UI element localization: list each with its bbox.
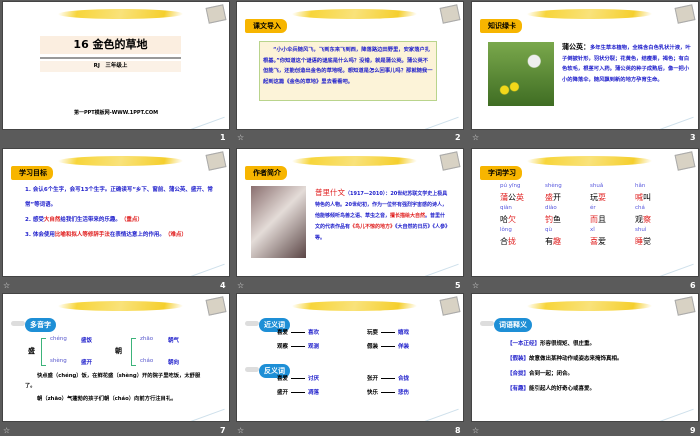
- word-item: shuǎ 玩耍: [590, 183, 606, 202]
- antonym-pair: 盛开 凋落: [277, 390, 320, 396]
- slide-title: 16 金色的草地: [40, 36, 181, 54]
- slide-thumbnail-4[interactable]: 学习目标 1. 会认6个生字，会写13个生字。正确读写“乡下、窗前、蒲公英、盛开…: [3, 149, 229, 276]
- slide-number: 7: [220, 426, 226, 435]
- section-tag: 字词学习: [480, 166, 522, 180]
- author-photo: [251, 186, 306, 258]
- slide-thumbnail-7[interactable]: 多音字 盛 chéng 盛饭 shèng 盛开 朝 zhāo 朝气 cháo 朝…: [3, 294, 229, 421]
- section-tag: 学习目标: [11, 166, 53, 180]
- goal-3: 3. 体会使用比喻和拟人等修辞手法在表情达意上的作用。（难点）: [25, 232, 187, 238]
- section-tag: 多音字: [11, 318, 56, 332]
- brush-decoration: [56, 9, 185, 19]
- word-grid: pú yīng 蒲公英 shèng 盛开 shuǎ 玩耍 hǎn 喊叫 qiàn 哈欠 diào 钓鱼…: [500, 183, 680, 248]
- dandelion-photo: [488, 42, 554, 106]
- bag-icon: [674, 151, 696, 171]
- slide-thumbnail-3[interactable]: 知识绿卡 蒲公英：多年生草本植物，全株含白色乳状汁液，叶子倒披针形，羽状分裂；花…: [472, 2, 698, 129]
- word-item: shuì 睡觉: [635, 227, 651, 246]
- slide-thumbnail-5[interactable]: 作者简介 普里什文（1917—2010）：20世纪苏联文学史上极具特色的人物。2…: [237, 149, 463, 276]
- word-item: pú yīng 蒲公英: [500, 183, 524, 202]
- section-tag: 作者简介: [245, 166, 287, 180]
- word-item: qiàn 哈欠: [500, 205, 516, 224]
- star-icon[interactable]: ☆: [237, 281, 244, 290]
- signature-decoration: [181, 101, 225, 129]
- definition-item: 【一本正经】形容很规矩、很庄重。: [507, 341, 596, 347]
- synonym-pair: 观察 观测: [277, 344, 320, 350]
- synonym-pair: 假装 佯装: [367, 344, 410, 350]
- section-tag: 知识绿卡: [480, 19, 522, 33]
- slide-number: 3: [690, 133, 696, 142]
- heading: 蒲公英：: [562, 43, 590, 51]
- bag-icon: [439, 4, 461, 24]
- word-item: xǐ 喜爱: [590, 227, 606, 246]
- word-item: hǎn 喊叫: [635, 183, 651, 202]
- slide-number: 5: [455, 281, 461, 290]
- bag-icon: [205, 296, 227, 316]
- slide-number: 8: [455, 426, 461, 435]
- star-icon[interactable]: ☆: [472, 281, 479, 290]
- slide-number: 9: [690, 426, 696, 435]
- synonym-pair: 喜爱 喜欢: [277, 330, 320, 336]
- polyphone-char: 朝: [115, 347, 122, 355]
- author-name: 普里什文: [315, 188, 345, 197]
- star-icon[interactable]: ☆: [3, 281, 10, 290]
- bag-icon: [205, 4, 227, 24]
- slide-thumbnail-8[interactable]: 近义词 反义词 喜爱 喜欢 观察 观测 玩耍 嬉戏 假装 佯装 喜爱 讨厌 盛开 凋落 张开 合拢 快乐 悲伤: [237, 294, 463, 421]
- star-icon[interactable]: ☆: [237, 426, 244, 435]
- word-item: shèng 盛开: [545, 183, 562, 202]
- antonym-pair: 张开 合拢: [367, 376, 410, 382]
- slide-number: 4: [220, 281, 226, 290]
- bag-icon: [674, 4, 696, 24]
- slide-thumbnail-1[interactable]: 16 金色的草地 RJ 三年级上 第一PPT模板网-WWW.1PPT.COM: [3, 2, 229, 129]
- definition-item: 【合拢】合到一起；闭合。: [507, 371, 574, 377]
- intro-text: “小小伞兵随风飞，飞到东来飞到西，降落路边田野里，安家落户扎根基。”你知道这个谜…: [259, 41, 437, 101]
- star-icon[interactable]: ☆: [472, 426, 479, 435]
- word-item: qù 有趣: [545, 227, 561, 246]
- goal-1: 1. 会认6个生字，会写13个生字。正确读写“乡下、窗前、蒲公英、盛开、常常”等…: [25, 187, 213, 208]
- definition-item: 【假装】故意做出某种动作或姿态来掩饰真相。: [507, 356, 623, 362]
- section-tag: 词语释义: [480, 318, 532, 332]
- goal-2: 2. 感受大自然给我们生活带来的乐趣。（重点）: [25, 217, 143, 223]
- polyphone-char: 盛: [28, 347, 35, 355]
- bag-icon: [674, 296, 696, 316]
- slide-number: 6: [690, 281, 696, 290]
- slide-thumbnail-2[interactable]: 课文导入 “小小伞兵随风飞，飞到东来飞到西，降落路边田野里，安家落户扎根基。”你…: [237, 2, 463, 129]
- word-item: lǒng 合拢: [500, 227, 516, 246]
- star-icon[interactable]: ☆: [472, 133, 479, 142]
- section-tag: 课文导入: [245, 19, 287, 33]
- slide-subtitle: RJ 三年级上: [40, 61, 181, 72]
- slide-number: 1: [220, 133, 226, 142]
- star-icon[interactable]: ☆: [3, 426, 10, 435]
- synonym-pair: 玩耍 嬉戏: [367, 330, 410, 336]
- slide-thumbnail-6[interactable]: 字词学习 pú yīng 蒲公英 shèng 盛开 shuǎ 玩耍 hǎn 喊叫 qiàn 哈欠 d…: [472, 149, 698, 276]
- star-icon[interactable]: ☆: [237, 133, 244, 142]
- antonym-pair: 喜爱 讨厌: [277, 376, 320, 382]
- word-item: chá 观察: [635, 205, 651, 224]
- bag-icon: [439, 296, 461, 316]
- slide-thumbnail-9[interactable]: 词语释义 【一本正经】形容很规矩、很庄重。【假装】故意做出某种动作或姿态来掩饰真…: [472, 294, 698, 421]
- slide-number: 2: [455, 133, 461, 142]
- definition-list: 【一本正经】形容很规矩、很庄重。【假装】故意做出某种动作或姿态来掩饰真相。 【合拢…: [507, 337, 623, 397]
- definition-item: 【有趣】能引起人的好奇心或喜爱。: [507, 386, 596, 392]
- bag-icon: [205, 151, 227, 171]
- example-sentence-2: 朝（zhāo）气蓬勃的孩子们朝（cháo）向前方行注目礼。: [37, 396, 177, 402]
- example-sentence-1: 快点盛（chéng）饭，在鲜花盛（shèng）开的院子里吃饭，太舒服了。: [25, 373, 201, 389]
- antonym-pair: 快乐 悲伤: [367, 390, 410, 396]
- word-item: diào 钓鱼: [545, 205, 561, 224]
- word-item: ér 而且: [590, 205, 606, 224]
- bag-icon: [439, 151, 461, 171]
